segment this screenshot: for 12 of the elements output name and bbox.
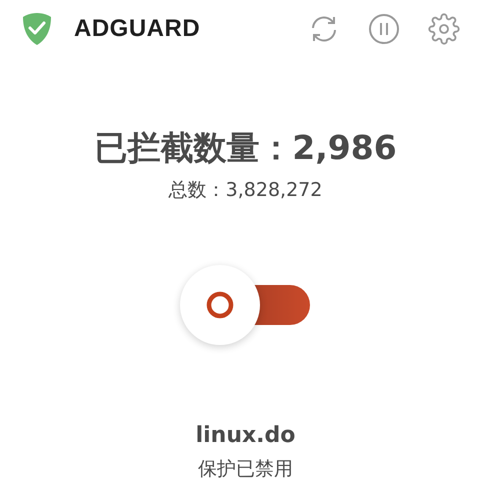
ring-icon	[206, 291, 234, 319]
total-count: 总数：3,828,272	[168, 178, 322, 203]
blocked-count: 已拦截数量：2,986	[94, 127, 397, 169]
protection-toggle[interactable]	[180, 265, 312, 345]
site-domain: linux.do	[196, 423, 296, 448]
settings-icon	[428, 13, 460, 45]
pause-button[interactable]	[367, 12, 401, 46]
protection-status: 保护已禁用	[198, 457, 293, 482]
settings-button[interactable]	[427, 12, 461, 46]
brand-name: ADGUARD	[74, 15, 200, 43]
shield-logo-icon	[22, 12, 52, 46]
pause-icon	[368, 13, 400, 45]
